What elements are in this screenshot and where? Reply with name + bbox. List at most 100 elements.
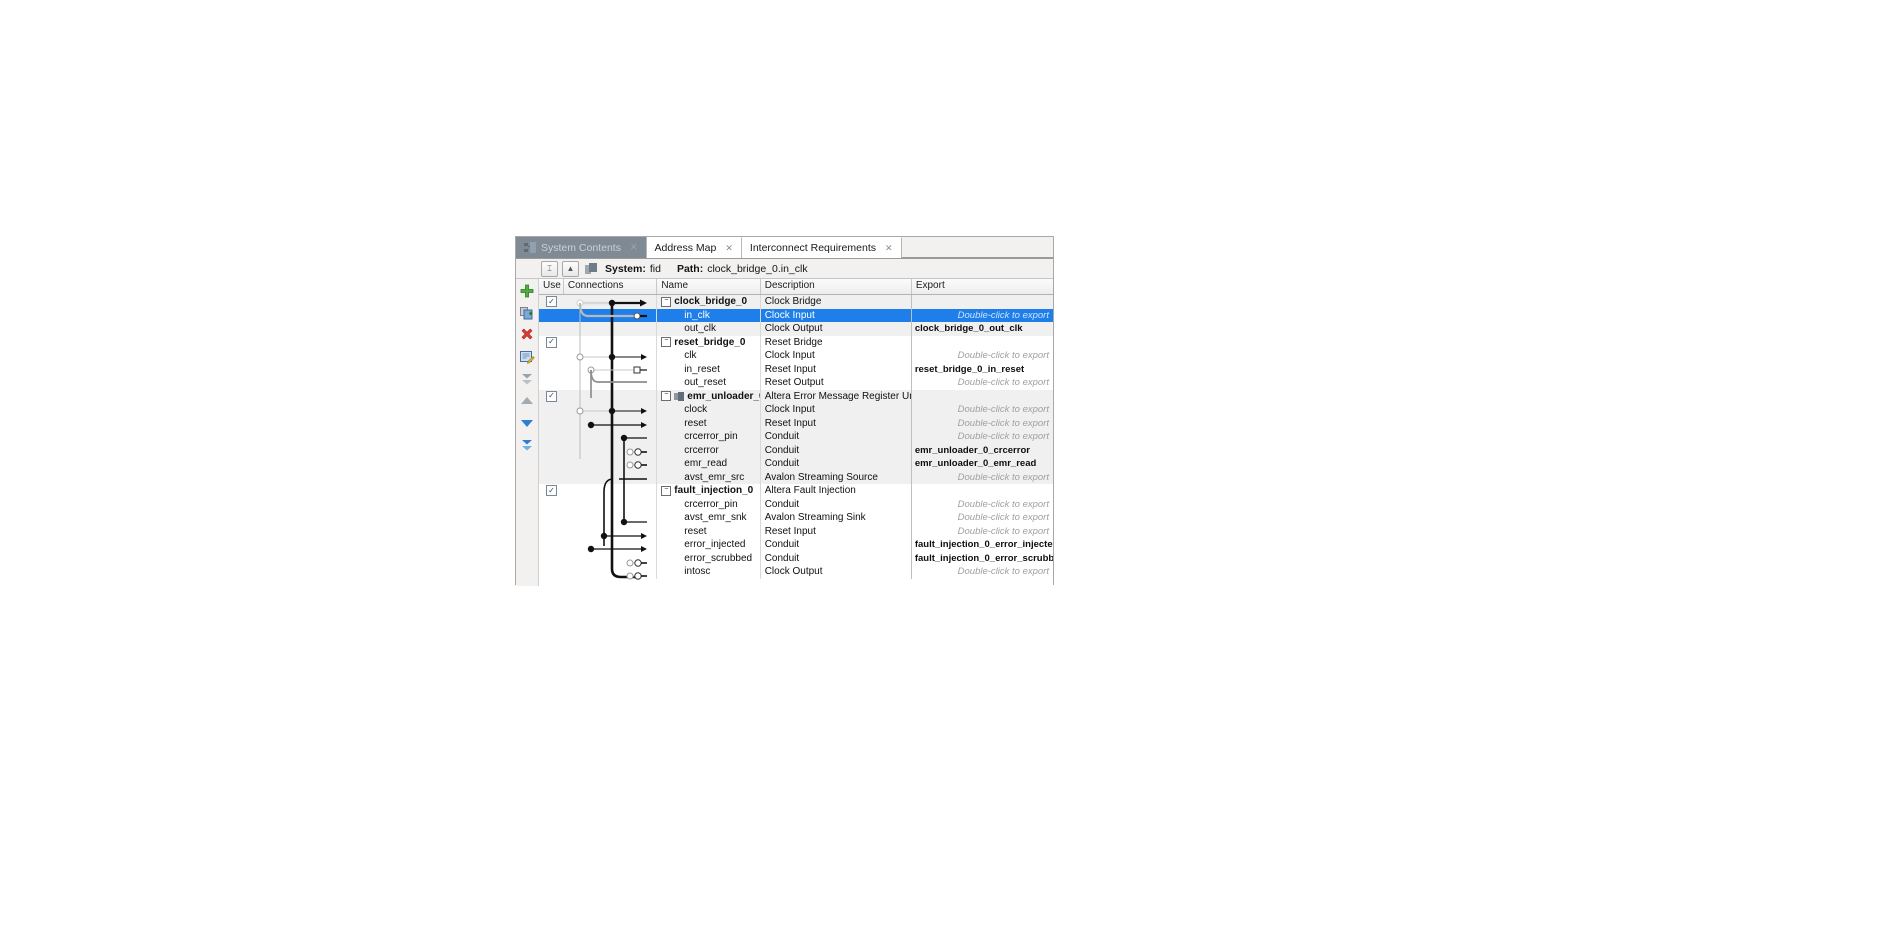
table-row[interactable]: reset Reset Input Double-click to export [539, 416, 1053, 431]
connections-cell[interactable] [564, 362, 658, 376]
tab-interconnect-requirements[interactable]: Interconnect Requirements ✕ [741, 237, 902, 258]
tab-system-contents[interactable]: System Contents ✕ [516, 237, 647, 258]
use-checkbox[interactable] [545, 390, 557, 402]
name-cell[interactable]: crcerror [657, 443, 761, 457]
table-row[interactable]: emr_read Conduit emr_unloader_0_emr_read [539, 457, 1053, 471]
table-row[interactable]: out_clk Clock Output clock_bridge_0_out_cl… [539, 322, 1053, 336]
connections-cell[interactable] [564, 497, 658, 511]
table-row[interactable]: avst_emr_snk Avalon Streaming Sink Double-… [539, 511, 1053, 525]
expand-collapse-icon[interactable]: − [661, 296, 672, 307]
export-cell[interactable]: emr_unloader_0_crcerror [912, 444, 1053, 458]
name-cell[interactable]: avst_emr_snk [657, 511, 761, 525]
export-cell[interactable]: fault_injection_0_error_injected [912, 538, 1053, 552]
table-row[interactable]: in_clk Clock Input Double-click to export [539, 308, 1053, 323]
column-header-use[interactable]: Use [539, 279, 564, 294]
export-cell[interactable]: Double-click to export [912, 511, 1053, 525]
connections-cell[interactable] [564, 565, 658, 579]
use-cell[interactable] [539, 390, 564, 404]
use-cell[interactable] [539, 295, 564, 309]
connections-cell[interactable] [564, 335, 658, 349]
name-cell[interactable]: in_clk [657, 308, 761, 322]
name-cell[interactable]: out_clk [657, 322, 761, 336]
close-icon[interactable]: ✕ [885, 243, 893, 254]
table-row[interactable]: −clock_bridge_0Clock Bridge [539, 295, 1053, 309]
name-cell[interactable]: reset [657, 416, 761, 430]
tab-address-map[interactable]: Address Map ✕ [646, 237, 742, 258]
export-cell[interactable]: emr_unloader_0_emr_read [912, 457, 1053, 471]
name-cell[interactable]: crcerror_pin [657, 497, 761, 511]
connections-cell[interactable] [564, 511, 658, 525]
export-cell[interactable]: Double-click to export [912, 565, 1053, 579]
use-cell[interactable] [539, 484, 564, 498]
name-cell[interactable]: crcerror_pin [657, 430, 761, 444]
name-cell[interactable]: in_reset [657, 362, 761, 376]
connections-cell[interactable] [564, 308, 658, 322]
remove-icon[interactable] [519, 327, 535, 343]
expand-collapse-icon[interactable]: − [661, 337, 672, 348]
table-row[interactable]: clk Clock Input Double-click to export [539, 349, 1053, 363]
duplicate-icon[interactable] [519, 305, 535, 321]
export-cell[interactable]: clock_bridge_0_out_clk [912, 322, 1053, 336]
move-down-icon[interactable] [519, 415, 535, 431]
connections-cell[interactable] [564, 430, 658, 444]
expand-collapse-icon[interactable]: − [661, 485, 672, 496]
collapse-all-button[interactable]: ⌶ [541, 260, 558, 277]
export-cell[interactable]: Double-click to export [912, 471, 1053, 485]
connections-cell[interactable] [564, 295, 658, 309]
connections-cell[interactable] [564, 416, 658, 430]
table-row[interactable]: intosc Clock Output Double-click to export [539, 565, 1053, 579]
connections-cell[interactable] [564, 484, 658, 498]
name-cell[interactable]: reset [657, 524, 761, 538]
export-cell[interactable]: reset_bridge_0_in_reset [912, 363, 1053, 377]
name-cell[interactable]: intosc [657, 565, 761, 579]
export-cell[interactable]: Double-click to export [912, 525, 1053, 539]
connections-cell[interactable] [564, 349, 658, 363]
move-up-icon[interactable] [519, 393, 535, 409]
table-row[interactable]: crcerror_pin Conduit Double-click to expor… [539, 430, 1053, 444]
connections-cell[interactable] [564, 538, 658, 552]
export-cell[interactable]: Double-click to export [912, 349, 1053, 363]
export-cell[interactable]: fault_injection_0_error_scrubbed [912, 552, 1053, 566]
table-row[interactable]: avst_emr_src Avalon Streaming Source Doubl… [539, 470, 1053, 485]
export-cell[interactable]: Double-click to export [912, 430, 1053, 444]
table-row[interactable]: reset Reset Input Double-click to export [539, 524, 1053, 539]
table-row[interactable]: error_scrubbed Conduit fault_injection_0_e… [539, 551, 1053, 566]
export-cell[interactable]: Double-click to export [912, 417, 1053, 431]
use-checkbox[interactable] [545, 336, 557, 348]
name-cell[interactable]: emr_read [657, 457, 761, 471]
name-cell[interactable]: − reset_bridge_0 [657, 335, 761, 349]
connections-cell[interactable] [564, 376, 658, 390]
close-icon[interactable]: ✕ [630, 242, 638, 253]
export-cell[interactable]: Double-click to export [912, 376, 1053, 390]
table-row[interactable]: out_reset Reset Output Double-click to exp… [539, 376, 1053, 390]
use-checkbox[interactable] [545, 485, 557, 497]
use-checkbox[interactable] [545, 296, 557, 308]
export-cell[interactable]: Double-click to export [912, 309, 1053, 323]
table-row[interactable]: −fault_injection_0Altera Fault Injection [539, 484, 1053, 498]
table-row[interactable]: in_reset Reset Input reset_bridge_0_in_res… [539, 362, 1053, 377]
table-row[interactable]: crcerror_pin Conduit Double-click to expor… [539, 497, 1053, 512]
column-header-export[interactable]: Export [912, 279, 1053, 294]
name-cell[interactable]: error_scrubbed [657, 551, 761, 565]
expand-collapse-icon[interactable]: − [661, 391, 672, 402]
connections-cell[interactable] [564, 322, 658, 336]
name-cell[interactable]: clk [657, 349, 761, 363]
add-icon[interactable] [519, 283, 535, 299]
table-row[interactable]: crcerror Conduit emr_unloader_0_crcerror [539, 443, 1053, 458]
table-row[interactable]: − emr_unloader_0Altera Error Message Regi… [539, 389, 1053, 404]
connections-cell[interactable] [564, 389, 658, 403]
connections-cell[interactable] [564, 457, 658, 471]
connections-cell[interactable] [564, 551, 658, 565]
column-header-description[interactable]: Description [761, 279, 912, 294]
name-cell[interactable]: avst_emr_src [657, 470, 761, 484]
name-cell[interactable]: error_injected [657, 538, 761, 552]
table-row[interactable]: −reset_bridge_0Reset Bridge [539, 335, 1053, 349]
column-header-connections[interactable]: Connections [564, 279, 658, 294]
name-cell[interactable]: − fault_injection_0 [657, 484, 761, 498]
connections-cell[interactable] [564, 443, 658, 457]
name-cell[interactable]: clock [657, 403, 761, 417]
name-cell[interactable]: − clock_bridge_0 [657, 295, 761, 309]
column-header-name[interactable]: Name [657, 279, 761, 294]
export-cell[interactable]: Double-click to export [912, 498, 1053, 512]
move-to-bottom-icon[interactable] [519, 437, 535, 453]
